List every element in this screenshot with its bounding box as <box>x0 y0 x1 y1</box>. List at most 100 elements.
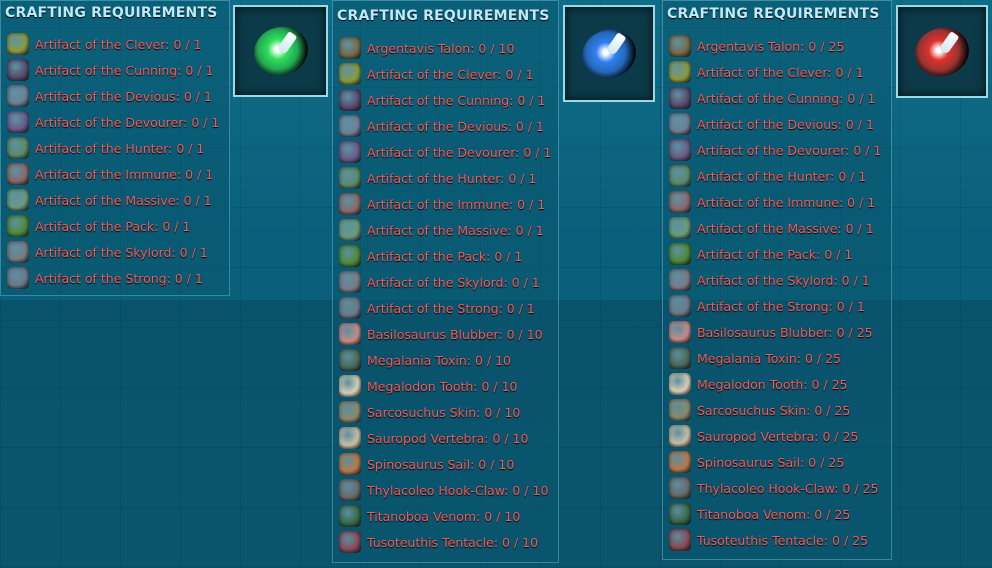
requirement-item: Artifact of the Pack: 0 / 1 <box>663 241 891 267</box>
requirement-label: Artifact of the Skylord: 0 / 1 <box>35 244 208 260</box>
artifact-skylord-icon <box>669 269 691 291</box>
requirement-item: Artifact of the Immune: 0 / 1 <box>333 191 558 217</box>
requirement-item: Tusoteuthis Tentacle: 0 / 10 <box>333 529 558 555</box>
requirement-label: Tusoteuthis Tentacle: 0 / 10 <box>367 534 539 550</box>
item-icon-tile-red[interactable] <box>896 5 988 98</box>
requirement-item: Titanoboa Venom: 0 / 10 <box>333 503 558 529</box>
requirement-label: Spinosaurus Sail: 0 / 25 <box>697 454 845 470</box>
crafting-requirements-panel-green: CRAFTING REQUIREMENTS Artifact of the Cl… <box>0 0 230 296</box>
requirement-label: Artifact of the Devourer: 0 / 1 <box>35 114 220 130</box>
requirement-label: Artifact of the Massive: 0 / 1 <box>35 192 212 208</box>
titanoboa-venom-icon <box>669 503 691 525</box>
requirement-label: Spinosaurus Sail: 0 / 10 <box>367 456 515 472</box>
artifact-devourer-icon <box>669 139 691 161</box>
requirement-label: Artifact of the Cunning: 0 / 1 <box>697 90 876 106</box>
requirement-label: Artifact of the Clever: 0 / 1 <box>367 66 534 82</box>
crafting-requirements-panel-red: CRAFTING REQUIREMENTS Argentavis Talon: … <box>662 0 892 560</box>
blue-tribute-orb-icon <box>576 23 642 84</box>
requirement-item: Artifact of the Clever: 0 / 1 <box>333 61 558 87</box>
requirement-item: Artifact of the Massive: 0 / 1 <box>1 187 229 213</box>
megalodon-tooth-icon <box>339 375 361 397</box>
panel-title: CRAFTING REQUIREMENTS <box>667 6 880 22</box>
megalania-toxin-icon <box>339 349 361 371</box>
item-icon-tile-blue[interactable] <box>563 5 655 102</box>
requirement-item: Artifact of the Clever: 0 / 1 <box>1 31 229 57</box>
requirement-label: Artifact of the Immune: 0 / 1 <box>367 196 546 212</box>
requirement-label: Thylacoleo Hook-Claw: 0 / 25 <box>697 480 879 496</box>
requirement-label: Artifact of the Clever: 0 / 1 <box>697 64 864 80</box>
artifact-cunning-icon <box>339 89 361 111</box>
artifact-clever-icon <box>669 61 691 83</box>
item-icon-tile-green[interactable] <box>233 5 328 97</box>
artifact-devious-icon <box>7 85 29 107</box>
requirement-label: Megalodon Tooth: 0 / 25 <box>697 376 848 392</box>
artifact-devious-icon <box>669 113 691 135</box>
requirement-item: Artifact of the Devourer: 0 / 1 <box>1 109 229 135</box>
requirement-label: Megalodon Tooth: 0 / 10 <box>367 378 518 394</box>
sarcosuchus-skin-icon <box>339 401 361 423</box>
requirement-label: Artifact of the Clever: 0 / 1 <box>35 36 202 52</box>
requirement-item: Sarcosuchus Skin: 0 / 25 <box>663 397 891 423</box>
requirement-item: Artifact of the Strong: 0 / 1 <box>333 295 558 321</box>
requirement-label: Basilosaurus Blubber: 0 / 10 <box>367 326 543 342</box>
artifact-cunning-icon <box>7 59 29 81</box>
artifact-massive-icon <box>669 217 691 239</box>
requirement-item: Spinosaurus Sail: 0 / 10 <box>333 451 558 477</box>
requirement-item: Artifact of the Skylord: 0 / 1 <box>333 269 558 295</box>
requirements-list: Argentavis Talon: 0 / 25 Artifact of the … <box>663 33 891 553</box>
requirement-item: Artifact of the Devourer: 0 / 1 <box>333 139 558 165</box>
requirement-item: Artifact of the Cunning: 0 / 1 <box>1 57 229 83</box>
requirement-label: Artifact of the Pack: 0 / 1 <box>35 218 191 234</box>
megalodon-tooth-icon <box>669 373 691 395</box>
requirement-item: Artifact of the Skylord: 0 / 1 <box>663 267 891 293</box>
artifact-clever-icon <box>7 33 29 55</box>
basilosaurus-blubber-icon <box>669 321 691 343</box>
requirement-item: Artifact of the Devious: 0 / 1 <box>333 113 558 139</box>
artifact-skylord-icon <box>7 241 29 263</box>
requirement-item: Sarcosuchus Skin: 0 / 10 <box>333 399 558 425</box>
requirement-item: Megalodon Tooth: 0 / 25 <box>663 371 891 397</box>
requirement-label: Artifact of the Strong: 0 / 1 <box>367 300 535 316</box>
artifact-strong-icon <box>669 295 691 317</box>
requirement-label: Sauropod Vertebra: 0 / 25 <box>697 428 859 444</box>
basilosaurus-blubber-icon <box>339 323 361 345</box>
requirement-item: Basilosaurus Blubber: 0 / 25 <box>663 319 891 345</box>
argentavis-talon-icon <box>339 37 361 59</box>
requirement-item: Sauropod Vertebra: 0 / 10 <box>333 425 558 451</box>
panel-title: CRAFTING REQUIREMENTS <box>5 5 218 21</box>
requirement-item: Thylacoleo Hook-Claw: 0 / 10 <box>333 477 558 503</box>
artifact-hunter-icon <box>7 137 29 159</box>
requirements-list: Argentavis Talon: 0 / 10 Artifact of the … <box>333 35 558 555</box>
requirement-item: Artifact of the Skylord: 0 / 1 <box>1 239 229 265</box>
requirement-label: Titanoboa Venom: 0 / 25 <box>697 506 851 522</box>
artifact-hunter-icon <box>339 167 361 189</box>
tusoteuthis-tentacle-icon <box>669 529 691 551</box>
artifact-hunter-icon <box>669 165 691 187</box>
requirement-label: Argentavis Talon: 0 / 10 <box>367 40 515 56</box>
artifact-immune-icon <box>7 163 29 185</box>
requirement-item: Sauropod Vertebra: 0 / 25 <box>663 423 891 449</box>
requirements-list: Artifact of the Clever: 0 / 1 Artifact of… <box>1 31 229 291</box>
artifact-strong-icon <box>339 297 361 319</box>
tusoteuthis-tentacle-icon <box>339 531 361 553</box>
thylacoleo-hook-claw-icon <box>669 477 691 499</box>
requirement-item: Basilosaurus Blubber: 0 / 10 <box>333 321 558 347</box>
requirement-item: Artifact of the Devious: 0 / 1 <box>1 83 229 109</box>
requirement-item: Thylacoleo Hook-Claw: 0 / 25 <box>663 475 891 501</box>
requirement-label: Artifact of the Cunning: 0 / 1 <box>367 92 546 108</box>
requirement-item: Artifact of the Immune: 0 / 1 <box>663 189 891 215</box>
requirement-item: Artifact of the Devourer: 0 / 1 <box>663 137 891 163</box>
requirement-item: Artifact of the Cunning: 0 / 1 <box>663 85 891 111</box>
panel-title: CRAFTING REQUIREMENTS <box>337 8 550 24</box>
requirement-label: Tusoteuthis Tentacle: 0 / 25 <box>697 532 869 548</box>
requirement-label: Sarcosuchus Skin: 0 / 10 <box>367 404 521 420</box>
sauropod-vertebra-icon <box>669 425 691 447</box>
requirement-item: Spinosaurus Sail: 0 / 25 <box>663 449 891 475</box>
requirement-label: Artifact of the Hunter: 0 / 1 <box>367 170 537 186</box>
requirement-label: Artifact of the Devourer: 0 / 1 <box>697 142 882 158</box>
requirement-label: Artifact of the Pack: 0 / 1 <box>367 248 523 264</box>
requirement-item: Artifact of the Hunter: 0 / 1 <box>1 135 229 161</box>
requirement-label: Artifact of the Immune: 0 / 1 <box>35 166 214 182</box>
requirement-item: Artifact of the Massive: 0 / 1 <box>333 217 558 243</box>
artifact-massive-icon <box>339 219 361 241</box>
